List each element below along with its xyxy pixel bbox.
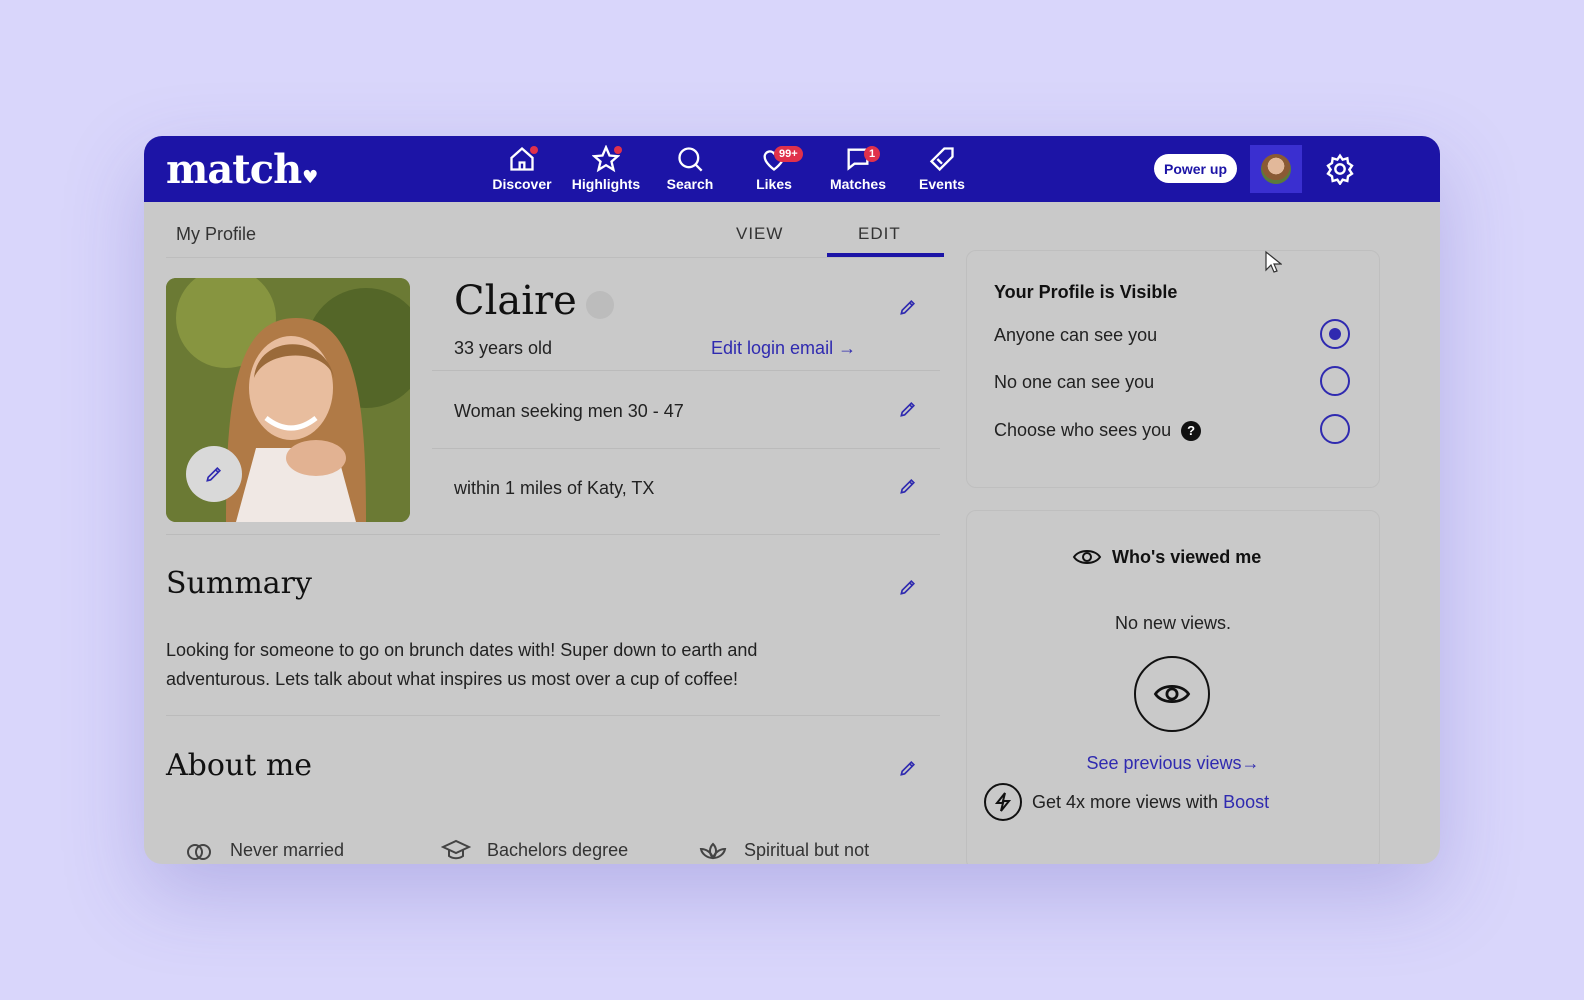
profile-age: 33 years old bbox=[454, 338, 553, 358]
summary-heading: Summary bbox=[166, 566, 312, 601]
summary-text: Looking for someone to go on brunch date… bbox=[166, 640, 758, 689]
help-icon[interactable]: ? bbox=[1181, 420, 1202, 441]
nav-search[interactable]: Search bbox=[648, 136, 732, 202]
matches-count-badge: 1 bbox=[864, 146, 881, 162]
nav-events[interactable]: Events bbox=[900, 136, 984, 202]
visibility-title: Your Profile is Visible bbox=[994, 282, 1178, 302]
search-icon bbox=[678, 147, 703, 172]
see-previous-views-link[interactable]: See previous views→ bbox=[966, 753, 1380, 774]
eye-icon bbox=[1072, 550, 1102, 564]
page-title: My Profile bbox=[176, 224, 257, 244]
edit-summary-pencil-icon[interactable] bbox=[898, 577, 918, 597]
account-avatar-button[interactable] bbox=[1250, 145, 1302, 193]
edit-about-pencil-icon[interactable] bbox=[898, 758, 918, 778]
main-nav: Discover Highlights Search 99+ Likes 1 M… bbox=[480, 136, 984, 202]
about-me-heading: About me bbox=[166, 748, 313, 783]
rings-icon bbox=[187, 844, 211, 860]
divider bbox=[432, 370, 940, 371]
eye-circle-icon bbox=[1134, 656, 1210, 732]
verification-icon bbox=[586, 291, 614, 319]
about-item-label: Bachelors degree bbox=[487, 839, 629, 860]
nav-highlights[interactable]: Highlights bbox=[564, 136, 648, 202]
nav-label: Search bbox=[666, 176, 714, 192]
location-text: within 1 miles of Katy, TX bbox=[454, 478, 655, 498]
no-views-text: No new views. bbox=[1114, 613, 1232, 633]
option-label: Choose who sees you bbox=[994, 420, 1172, 440]
gear-icon[interactable] bbox=[1324, 153, 1356, 185]
radio-no-one[interactable] bbox=[1320, 366, 1350, 396]
nav-matches[interactable]: 1 Matches bbox=[816, 136, 900, 202]
top-nav-bar: match♥ Discover Highlights Search 99+ Li… bbox=[144, 136, 1440, 202]
about-item-label: Never married bbox=[230, 839, 345, 860]
profile-name: Claire bbox=[454, 278, 577, 324]
power-up-button[interactable]: Power up bbox=[1154, 154, 1237, 183]
viewed-me-title: Who's viewed me bbox=[1112, 546, 1262, 567]
edit-photo-button[interactable] bbox=[186, 446, 242, 502]
divider bbox=[166, 534, 940, 535]
nav-label: Discover bbox=[492, 176, 552, 192]
visibility-option-no-one[interactable]: No one can see you bbox=[994, 372, 1154, 393]
divider bbox=[166, 715, 940, 716]
radio-choose[interactable] bbox=[1320, 414, 1350, 444]
visibility-option-choose[interactable]: Choose who sees you ? bbox=[994, 420, 1202, 441]
match-logo[interactable]: match♥ bbox=[166, 146, 318, 193]
lotus-icon bbox=[699, 842, 727, 860]
radio-anyone[interactable] bbox=[1320, 319, 1350, 349]
notification-dot bbox=[530, 146, 538, 154]
edit-name-pencil-icon[interactable] bbox=[898, 297, 918, 317]
tag-icon bbox=[929, 147, 954, 172]
tab-view[interactable]: VIEW bbox=[736, 224, 783, 244]
boost-text: Get 4x more views with bbox=[1032, 791, 1219, 812]
avatar bbox=[1261, 154, 1291, 184]
about-item-education: Bachelors degree bbox=[441, 838, 628, 862]
nav-label: Likes bbox=[756, 176, 792, 192]
divider bbox=[166, 257, 940, 258]
nav-label: Events bbox=[919, 176, 965, 192]
likes-count-badge: 99+ bbox=[774, 146, 803, 162]
about-item-label: Spiritual but not bbox=[744, 839, 870, 860]
option-label: No one can see you bbox=[994, 372, 1155, 392]
viewed-me-header: Who's viewed me bbox=[1072, 546, 1261, 568]
visibility-option-anyone[interactable]: Anyone can see you bbox=[994, 325, 1157, 346]
edit-seeking-pencil-icon[interactable] bbox=[898, 399, 918, 419]
edit-location-pencil-icon[interactable] bbox=[898, 476, 918, 496]
pencil-icon bbox=[206, 466, 222, 482]
about-item-marital-status: Never married bbox=[184, 838, 344, 862]
nav-label: Highlights bbox=[571, 176, 641, 192]
app-window: match♥ Discover Highlights Search 99+ Li… bbox=[144, 136, 1440, 864]
nav-label: Matches bbox=[829, 176, 887, 192]
tab-edit[interactable]: EDIT bbox=[858, 224, 901, 244]
nav-discover[interactable]: Discover bbox=[480, 136, 564, 202]
divider bbox=[432, 448, 940, 449]
edit-login-email-link[interactable]: Edit login email → bbox=[711, 338, 856, 359]
lightning-icon bbox=[984, 783, 1022, 821]
boost-link[interactable]: Boost bbox=[1223, 792, 1269, 813]
boost-promo: Get 4x more views with Boost bbox=[984, 783, 1269, 821]
about-item-religion: Spiritual but not bbox=[698, 838, 869, 862]
seeking-text: Woman seeking men 30 - 47 bbox=[454, 401, 684, 421]
option-label: Anyone can see you bbox=[994, 325, 1158, 345]
nav-likes[interactable]: 99+ Likes bbox=[732, 136, 816, 202]
graduation-cap-icon bbox=[441, 839, 471, 860]
notification-dot bbox=[614, 146, 622, 154]
mouse-cursor-icon bbox=[1265, 250, 1282, 273]
